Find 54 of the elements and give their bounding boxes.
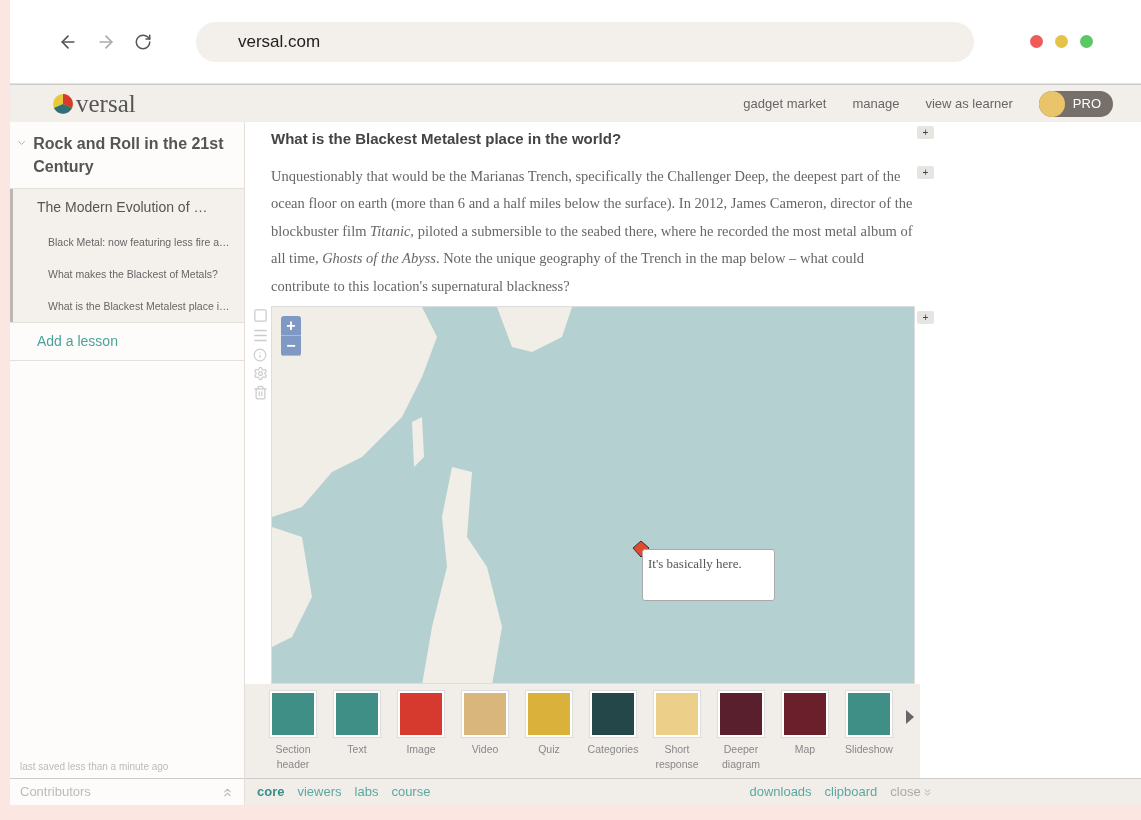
tray-tab[interactable]: viewers [297, 782, 342, 802]
add-block-button[interactable]: + [917, 166, 934, 179]
gadget-label: Map [793, 742, 817, 757]
zoom-button[interactable]: − [281, 336, 301, 356]
page-item[interactable]: Black Metal: now featuring less fire a… [13, 226, 244, 258]
pro-badge[interactable]: PRO [1038, 90, 1113, 117]
gadget-label: Slideshow [844, 742, 894, 757]
page-item[interactable]: What is the Blackest Metalest place i… [13, 290, 244, 322]
contributors-label: Contributors [20, 783, 91, 802]
tray-tab[interactable]: course [391, 782, 431, 802]
gadget-label: Section header [274, 742, 312, 772]
gadget-tile[interactable]: Deeper diagram [711, 690, 771, 772]
tray-link[interactable]: downloads [749, 782, 812, 802]
nav-link[interactable]: gadget market [743, 93, 827, 114]
gadget-label: Deeper diagram [721, 742, 761, 772]
course-title: Rock and Roll in the 21st Century [33, 134, 225, 177]
logo-icon [52, 92, 74, 115]
address-bar[interactable]: versal.com [196, 21, 974, 62]
gadget-label: Image [405, 742, 437, 757]
zoom-button[interactable]: + [281, 316, 301, 336]
add-lesson-link[interactable]: Add a lesson [10, 322, 244, 361]
add-block-button[interactable]: + [917, 311, 934, 324]
map-popup: It's basically here. [642, 549, 775, 601]
trash-icon[interactable] [252, 385, 268, 400]
pro-text: PRO [1072, 94, 1101, 113]
nav-link[interactable]: view as learner [925, 93, 1013, 114]
gadget-label: Quiz [537, 742, 561, 757]
tray-tab[interactable]: labs [354, 782, 379, 802]
next-arrow-icon[interactable] [905, 710, 915, 724]
avatar-icon [1038, 90, 1065, 117]
page-heading: What is the Blackest Metalest place in the world? [271, 129, 623, 149]
gadget-label: Text [346, 742, 368, 757]
logo-text[interactable]: versal [76, 91, 136, 116]
body-paragraph: Unquestionably that would be the Marianas Trench, specifically the Challenger Deep, the deepest part of the ocean floor on earth (more than 6 and a half miles below the surface). In 2012, James Cameron, director of the blockbuster film Titanic, piloted a submersible to the seabed there, where he recorded the most metal album of all time, Ghosts of the Abyss. Note the unique geography of the Trench in the map below – what could contribute to this location's supernatural blackness? [271, 166, 914, 296]
gadget-tile[interactable]: Section header [263, 690, 323, 772]
gadget-tile[interactable]: Short response [647, 690, 707, 772]
info-icon[interactable] [253, 348, 267, 362]
lesson-item[interactable]: The Modern Evolution of … [13, 189, 244, 226]
save-status: last saved less than a minute ago [19, 760, 170, 774]
gadget-label: Categories [586, 742, 640, 757]
nav-link[interactable]: manage [852, 93, 900, 114]
tray-tab[interactable]: core [257, 782, 285, 802]
contributors-bar[interactable]: Contributors [10, 778, 244, 805]
tray-link[interactable]: clipboard [824, 782, 878, 802]
gadget-label: Video [470, 742, 500, 757]
reload-icon[interactable] [134, 32, 152, 51]
page-item[interactable]: What makes the Blackest of Metals? [13, 258, 244, 290]
checkbox-icon[interactable] [252, 308, 268, 323]
close-link[interactable]: close [890, 782, 933, 802]
gadget-label: Short response [654, 742, 700, 772]
drag-handle-icon[interactable] [251, 327, 269, 344]
add-block-button[interactable]: + [917, 126, 934, 139]
map[interactable]: + − It's basically here. [271, 306, 915, 684]
settings-icon[interactable] [252, 366, 268, 381]
